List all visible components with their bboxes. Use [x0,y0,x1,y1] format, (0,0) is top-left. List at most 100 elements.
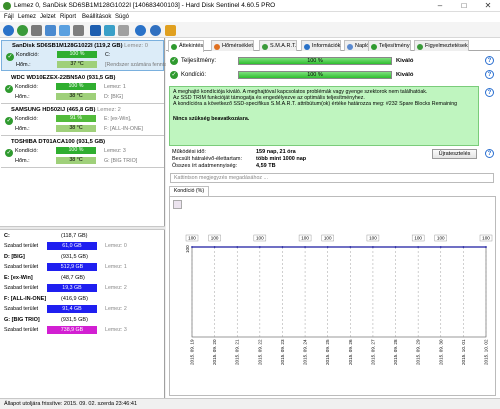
tab-temperature[interactable]: Hőmérséklet [211,40,254,51]
data-label: 100 [188,236,196,241]
free-space-label: Szabad terület [4,306,39,312]
free-space-bar: 19,3 GB [47,284,97,292]
data-point [304,246,306,248]
volume-disk: Lemez: 3 [105,327,127,333]
window-title: Lemez 0, SanDisk SD6SB1M128G1022I [14068… [14,2,276,9]
x-tick-label: 2015. 09. 28 [393,339,398,365]
ok-check-icon: ✓ [170,71,178,79]
data-point [191,246,193,248]
status-message-box: A meghajtó kondíciója kiváló. A meghajtó… [169,86,479,146]
close-button[interactable]: ✕ [476,0,500,12]
powered-on-value: 159 nap, 21 óra [256,149,296,155]
temp-bar: 38 °C [56,157,96,164]
log-icon [347,44,353,50]
health-bar: 100 % [56,147,96,154]
performance-label: Teljesítmény: [181,58,217,64]
panel-splitter[interactable] [0,226,165,230]
disk-size: (931,5 GB) [76,139,106,145]
refresh-icon[interactable] [3,25,14,36]
tab-performance[interactable]: Teljesítmény [368,40,411,51]
disk-size: (465,8 GB) [66,107,96,113]
help-icon[interactable]: ? [485,70,494,79]
data-label: 100 [482,236,490,241]
menu-help[interactable]: Súgó [115,14,129,20]
minimize-button[interactable]: – [428,0,452,12]
disk-item-2[interactable]: SAMSUNG HD502IJ (465,8 GB) Lemez: 2 ✓ Ko… [1,105,164,136]
data-point [417,246,420,248]
x-tick-label: 2015. 09. 25 [325,339,330,365]
chart-tab-health[interactable]: Kondíció (%) [169,186,209,196]
menu-disk[interactable]: Lemez [18,14,36,20]
x-tick-label: 2015. 09. 22 [257,339,262,365]
globe-icon[interactable] [135,25,146,36]
help-icon[interactable]: ? [485,88,494,97]
x-tick-label: 2015. 10. 02 [484,339,489,365]
retest-button[interactable]: Újratesztelés [432,149,477,159]
volume-size: (48,7 GB) [61,275,85,281]
tab-bar: Áttekintés Hőmérséklet S.M.A.R.T. Inform… [166,40,500,52]
volume-name: G: [BIG TRIO] [4,317,40,323]
tab-alerts[interactable]: Figyelmeztetések [414,40,469,51]
partition-note: D: [BIG] [104,94,123,100]
lifetime-label: Becsült hátralévő-élettartam: [172,156,243,162]
volume-item[interactable]: F: [ALL-IN-ONE] (416,9 GB) Szabad terüle… [1,295,164,315]
volume-item[interactable]: G: [BIG TRIO] (931,5 GB) Szabad terület … [1,316,164,336]
volume-name: D: [BIG] [4,254,25,260]
free-space-bar: 512,9 GB [47,263,97,271]
settings-icon[interactable] [73,25,84,36]
disk-size: (931,5 GB) [86,75,116,81]
tab-log[interactable]: Napló [344,40,371,51]
tab-label: Információk [312,43,341,49]
data-label: 100 [369,236,377,241]
tab-information[interactable]: Információk [301,40,342,51]
x-tick-label: 2015. 09. 19 [190,339,195,365]
save-icon[interactable] [45,25,56,36]
volume-item[interactable]: D: [BIG] (931,5 GB) Szabad terület 512,9… [1,253,164,273]
tab-overview[interactable]: Áttekintés [168,40,205,52]
message-line: A kondícióra a következő SSD-specifikus … [173,101,458,107]
data-point [485,246,487,248]
health-icon[interactable] [17,25,28,36]
maximize-button[interactable]: □ [452,0,476,12]
free-space-bar: 91,4 GB [47,305,97,313]
volume-size: (416,9 GB) [61,296,88,302]
volume-size: (931,5 GB) [61,317,88,323]
left-panel: SanDisk SD6SB1M128G1022I (119,2 GB) Leme… [0,38,178,398]
send-icon[interactable] [90,25,101,36]
volume-name: E: [ex-Win] [4,275,33,281]
info-icon[interactable] [104,25,115,36]
disk-item-0[interactable]: SanDisk SD6SB1M128G1022I (119,2 GB) Leme… [1,40,178,71]
data-label: 100 [211,236,219,241]
disk-name: SanDisk SD6SB1M128G1022I (119,2 GB) Leme… [12,43,148,49]
tab-smart[interactable]: S.M.A.R.T. [259,40,298,51]
help-icon[interactable]: ? [485,149,494,158]
free-space-label: Szabad terület [4,327,39,333]
health-bar: 100 % [56,83,96,90]
menu-settings[interactable]: Beállítások [82,14,111,20]
data-point [349,246,352,248]
test-icon[interactable] [118,25,129,36]
x-tick-label: 2015. 09. 29 [416,339,421,365]
volume-disk: Lemez: 0 [105,243,127,249]
data-label: 100 [301,236,309,241]
disk-item-1[interactable]: WDC WD10EZEX-22BN5A0 (931,5 GB) ✓ Kondíc… [1,73,164,104]
ok-check-icon: ✓ [5,85,13,93]
menu-report-sign[interactable]: Jelzet [40,14,56,20]
partition-note: E: [ex-Win], [104,116,132,122]
lifetime-value: több mint 1000 nap [256,156,307,162]
performance-icon [371,44,377,50]
menu-file[interactable]: Fájl [4,14,14,20]
disk-item-3[interactable]: TOSHIBA DT01ACA100 (931,5 GB) ✓ Kondíció… [1,137,164,168]
volume-item[interactable]: C: (118,7 GB) Szabad terület 61,0 GB Lem… [1,232,164,252]
temp-bar: 37 °C [57,61,97,68]
volume-item[interactable]: E: [ex-Win] (48,7 GB) Szabad terület 19,… [1,274,164,294]
health-label: Kondíció: [181,72,207,78]
help-icon[interactable] [150,25,161,36]
comment-input[interactable]: Kattintson megjegyzés megadásához ... [170,173,494,183]
star-icon[interactable] [165,25,176,36]
report-icon[interactable] [59,25,70,36]
menu-report[interactable]: Riport [60,14,76,20]
disk-icon[interactable] [31,25,42,36]
help-icon[interactable]: ? [485,56,494,65]
health-label: Kondíció: [15,84,38,90]
